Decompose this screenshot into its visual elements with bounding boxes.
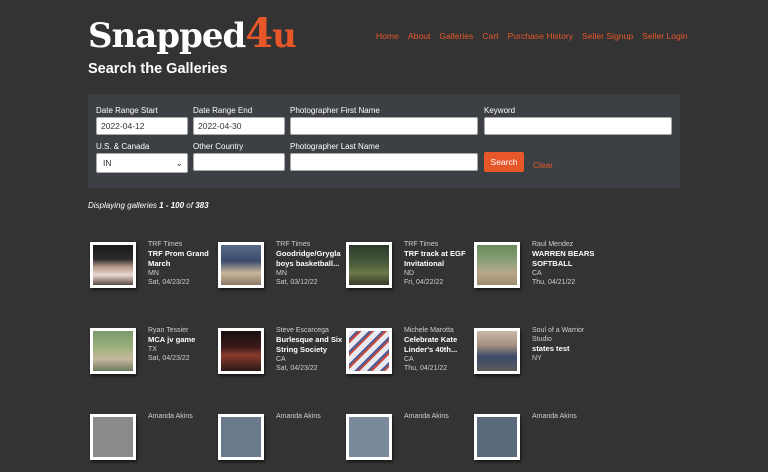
gallery-photographer[interactable]: Steve Escarcega (276, 326, 346, 335)
gallery-card[interactable]: TRF Times TRF track at EGF Invitational … (344, 240, 472, 300)
gallery-card[interactable]: Ryan Tessier MCA jv game TX Sat, 04/23/2… (88, 326, 216, 386)
gallery-thumbnail[interactable] (474, 242, 520, 288)
keyword-input[interactable] (484, 117, 672, 135)
gallery-title-line2[interactable]: Invitational (404, 259, 474, 269)
logo-text-four: 4 (245, 10, 273, 57)
gallery-thumbnail[interactable] (474, 328, 520, 374)
gallery-state: MN (148, 270, 159, 277)
summary-total: 383 (195, 201, 209, 210)
date-start-label: Date Range Start (96, 106, 158, 115)
country-select[interactable]: IN ⌄ (96, 153, 188, 173)
gallery-card[interactable]: Michele Marotta Celebrate Kate Linder's … (344, 326, 472, 386)
page-title: Search the Galleries (88, 61, 228, 77)
nav-home[interactable]: Home (376, 31, 399, 41)
last-name-input[interactable] (290, 153, 478, 171)
gallery-thumbnail[interactable] (218, 242, 264, 288)
gallery-date: Sat, 03/12/22 (276, 279, 318, 286)
gallery-title[interactable]: TRF track at EGF (404, 249, 474, 259)
nav-purchase-history[interactable]: Purchase History (508, 31, 573, 41)
gallery-photographer[interactable]: TRF Times (276, 240, 346, 249)
gallery-photographer[interactable]: Ryan Tessier (148, 326, 218, 335)
gallery-photographer[interactable]: Amanda Akins (404, 412, 474, 421)
gallery-thumbnail[interactable] (346, 242, 392, 288)
gallery-title[interactable]: Goodridge/Grygla (276, 249, 346, 259)
gallery-date: Sat, 04/23/22 (148, 355, 190, 362)
gallery-date: Sat, 04/23/22 (276, 365, 318, 372)
summary-of: of (186, 201, 193, 210)
gallery-title[interactable]: Burlesque and Six (276, 335, 346, 345)
gallery-state: MN (276, 270, 287, 277)
gallery-title[interactable]: MCA jv game (148, 335, 218, 345)
gallery-thumbnail[interactable] (90, 328, 136, 374)
gallery-card[interactable]: Amanda Akins (88, 412, 216, 472)
other-country-label: Other Country (193, 142, 244, 151)
gallery-title[interactable]: states test (532, 344, 602, 354)
gallery-photographer[interactable]: Michele Marotta (404, 326, 474, 335)
logo-text-u: u (272, 16, 297, 56)
country-label: U.S. & Canada (96, 142, 150, 151)
gallery-photographer[interactable]: Raul Mendez (532, 240, 602, 249)
gallery-state: NY (532, 355, 542, 362)
summary-prefix: Displaying galleries (88, 201, 157, 210)
logo-text-main: Snapped (88, 16, 246, 56)
gallery-thumbnail[interactable] (218, 328, 264, 374)
gallery-photographer[interactable]: TRF Times (404, 240, 474, 249)
gallery-card[interactable]: Amanda Akins (472, 412, 600, 472)
date-end-input[interactable] (193, 117, 285, 135)
date-end-label: Date Range End (193, 106, 253, 115)
gallery-card[interactable]: Raul Mendez WARREN BEARS SOFTBALL CA Thu… (472, 240, 600, 300)
gallery-state: CA (276, 356, 286, 363)
gallery-thumbnail[interactable] (90, 242, 136, 288)
gallery-photographer[interactable]: Soul of a Warrior (532, 326, 602, 335)
gallery-card[interactable]: TRF Times TRF Prom Grand March MN Sat, 0… (88, 240, 216, 300)
clear-link[interactable]: Clear (533, 160, 553, 170)
gallery-card[interactable]: TRF Times Goodridge/Grygla boys basketba… (216, 240, 344, 300)
nav-about[interactable]: About (408, 31, 430, 41)
main-nav: Home About Galleries Cart Purchase Histo… (376, 31, 697, 41)
gallery-photographer[interactable]: Amanda Akins (148, 412, 218, 421)
gallery-date: Fri, 04/22/22 (404, 279, 444, 286)
gallery-thumbnail[interactable] (346, 328, 392, 374)
gallery-card[interactable]: Amanda Akins (216, 412, 344, 472)
date-start-input[interactable] (96, 117, 188, 135)
nav-seller-signup[interactable]: Seller Signup (582, 31, 633, 41)
gallery-title-line2[interactable]: SOFTBALL (532, 259, 602, 269)
summary-range: 1 - 100 (159, 201, 185, 210)
gallery-state: CA (532, 270, 542, 277)
gallery-state: CA (404, 356, 414, 363)
gallery-date: Thu, 04/21/22 (532, 279, 576, 286)
nav-galleries[interactable]: Galleries (439, 31, 473, 41)
gallery-date: Thu, 04/21/22 (404, 365, 448, 372)
keyword-label: Keyword (484, 106, 516, 115)
gallery-title-line2[interactable]: String Society (276, 345, 346, 355)
first-name-input[interactable] (290, 117, 478, 135)
nav-seller-login[interactable]: Seller Login (642, 31, 687, 41)
gallery-state: TX (148, 346, 157, 353)
last-name-label: Photographer Last Name (290, 142, 380, 151)
gallery-title-line2[interactable]: Linder's 40th... (404, 345, 474, 355)
gallery-title[interactable]: TRF Prom Grand (148, 249, 218, 259)
gallery-title[interactable]: WARREN BEARS (532, 249, 602, 259)
gallery-photographer[interactable]: Amanda Akins (532, 412, 602, 421)
gallery-photographer[interactable]: Amanda Akins (276, 412, 346, 421)
gallery-title-line2[interactable]: boys basketball... (276, 259, 346, 269)
search-button[interactable]: Search (484, 152, 524, 172)
results-summary: Displaying galleries 1 - 100 of 383 (88, 201, 209, 210)
search-panel: Date Range Start Date Range End Photogra… (88, 94, 680, 188)
other-country-input[interactable] (193, 153, 285, 171)
nav-cart[interactable]: Cart (482, 31, 498, 41)
gallery-date: Sat, 04/23/22 (148, 279, 190, 286)
first-name-label: Photographer First Name (290, 106, 380, 115)
chevron-down-icon: ⌄ (175, 158, 183, 168)
gallery-title-line2[interactable]: March (148, 259, 218, 269)
gallery-card[interactable]: Amanda Akins (344, 412, 472, 472)
gallery-photographer-line2[interactable]: Studio (532, 335, 602, 344)
site-logo[interactable]: Snapped4u (88, 14, 297, 57)
gallery-card[interactable]: Steve Escarcega Burlesque and Six String… (216, 326, 344, 386)
gallery-card[interactable]: Soul of a Warrior Studio states test NY (472, 326, 600, 386)
country-select-value: IN (103, 158, 112, 168)
gallery-photographer[interactable]: TRF Times (148, 240, 218, 249)
gallery-title[interactable]: Celebrate Kate (404, 335, 474, 345)
gallery-state: ND (404, 270, 415, 277)
